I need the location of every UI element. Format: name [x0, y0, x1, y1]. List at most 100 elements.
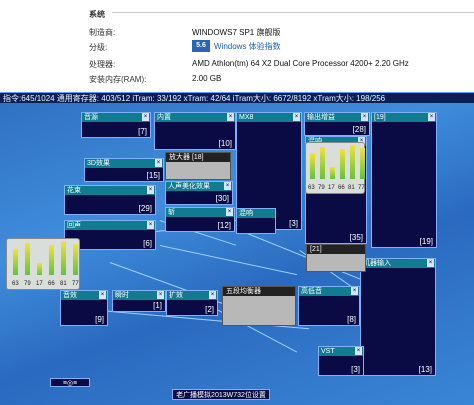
ram-label: 安装内存(RAM):	[89, 75, 147, 84]
module-vst[interactable]: VST × [3]	[318, 346, 364, 376]
close-icon[interactable]: ×	[99, 291, 106, 299]
module-transient[interactable]: 瞬时 × [1]	[112, 290, 166, 312]
module-number: [6]	[143, 239, 152, 248]
module-5band-eq[interactable]: 五段均衡器	[222, 286, 296, 326]
meter-value: 17	[328, 185, 335, 191]
module-number: [30]	[215, 194, 229, 203]
close-icon[interactable]: ×	[293, 113, 300, 121]
module-number: [18]	[191, 154, 204, 161]
processor-value: AMD Athlon(tm) 64 X2 Dual Core Processor…	[192, 59, 409, 68]
module-number: [7]	[138, 127, 147, 136]
module-number: [9]	[95, 315, 104, 324]
module-output-gain[interactable]: 输出增益 × [28]	[304, 112, 370, 136]
module-3d-effect[interactable]: 3D效果 × [15]	[84, 158, 164, 182]
module-number: [3]	[351, 365, 360, 374]
module-number: [29]	[138, 204, 152, 213]
module-number: [8]	[347, 315, 356, 324]
rating-label: 分级:	[89, 43, 108, 52]
meter-value: 79	[318, 185, 325, 191]
module-title: 音源	[84, 114, 98, 121]
meter-value: 66	[48, 281, 55, 287]
module-21[interactable]: [21]	[306, 244, 366, 272]
module-output-main[interactable]: [19] × [19]	[371, 112, 437, 248]
module-audio-source[interactable]: 音源 × [7]	[81, 112, 151, 138]
module-machine-input[interactable]: 机器输入 × [13]	[360, 258, 436, 376]
module-title: 机器输入	[363, 260, 391, 267]
module-expand[interactable]: 扩效 × [2]	[166, 290, 218, 316]
close-icon[interactable]: ×	[157, 291, 164, 299]
close-icon[interactable]: ×	[427, 259, 434, 267]
module-bass-treble[interactable]: 高低音 × [8]	[298, 286, 360, 326]
close-icon[interactable]: ×	[224, 182, 231, 190]
close-icon[interactable]: ×	[209, 291, 216, 299]
module-title: 内置	[157, 114, 171, 121]
meter-value: 77	[72, 281, 79, 287]
dsp-status-bar: 指令:645/1024 通用寄存器: 403/512 iTram: 33/192…	[0, 92, 474, 103]
ram-value: 2.00 GB	[192, 74, 222, 83]
module-number: [1]	[153, 301, 162, 310]
module-amplifier[interactable]: 放大器 [18]	[165, 152, 231, 180]
divider	[112, 12, 474, 13]
rating-link[interactable]: Windows 体验指数	[214, 41, 281, 52]
meter-value: 17	[36, 281, 43, 287]
module-reverb-small[interactable]: 混响	[236, 208, 276, 234]
close-icon[interactable]: ×	[147, 186, 154, 194]
close-icon[interactable]: ×	[361, 113, 368, 121]
section-title: 系统	[89, 10, 105, 19]
close-icon[interactable]: ×	[147, 221, 154, 229]
module-number: [28]	[352, 125, 366, 134]
close-icon[interactable]: ×	[155, 159, 162, 167]
module-title: MX8	[239, 114, 254, 121]
module-title: [19]	[374, 114, 386, 121]
system-info-panel: 系统 制造商: WINDOWS7 SP1 旗舰版 分级: 5.6 Windows…	[0, 0, 474, 92]
manufacturer-label: 制造商:	[89, 28, 116, 37]
module-vocal-effect[interactable]: 人声美化效果 × [30]	[165, 181, 233, 205]
close-icon[interactable]: ×	[142, 113, 149, 121]
module-title: VST	[321, 348, 335, 355]
module-title: 五段均衡器	[226, 288, 261, 295]
module-flowers[interactable]: 花束 × [29]	[64, 185, 156, 215]
module-title: 斩	[168, 209, 175, 216]
module-number: [19]	[419, 237, 433, 246]
module-title: 花束	[67, 187, 81, 194]
processor-label: 处理器:	[89, 60, 116, 69]
module-title: 瞬时	[115, 292, 129, 299]
module-sound-effect[interactable]: 音效 × [9]	[60, 290, 108, 326]
module-number: [13]	[418, 365, 432, 374]
manufacturer-value: WINDOWS7 SP1 旗舰版	[192, 28, 281, 37]
module-builtin[interactable]: 内置 × [10]	[154, 112, 236, 150]
close-icon[interactable]: ×	[227, 113, 234, 121]
module-title: 音效	[63, 292, 77, 299]
meter-value: 81	[348, 185, 355, 191]
level-meter-left: 63 79 17 66 81 77	[6, 238, 80, 290]
meter-value: 79	[24, 281, 31, 287]
module-title: 3D效果	[87, 160, 110, 167]
module-number: [12]	[217, 221, 231, 230]
close-icon[interactable]: ×	[355, 347, 362, 355]
close-icon[interactable]: ×	[428, 113, 435, 121]
level-meter-right: 63 79 17 66 81 77	[305, 142, 365, 194]
close-icon[interactable]: ×	[226, 208, 233, 216]
meter-value: 77	[358, 185, 365, 191]
module-title: 混响	[239, 210, 253, 217]
module-title: 放大器	[169, 154, 190, 161]
meter-value: 63	[308, 185, 315, 191]
module-title: 人声美化效果	[168, 183, 210, 190]
module-number: [2]	[205, 305, 214, 314]
module-title: 回声	[67, 222, 81, 229]
module-number: [35]	[349, 233, 363, 242]
module-title: 输出增益	[307, 114, 335, 121]
rating-badge: 5.6	[192, 40, 210, 52]
module-title: 高低音	[301, 288, 322, 295]
module-number: [3]	[289, 219, 298, 228]
module-cut[interactable]: 斩 × [12]	[165, 207, 235, 232]
settings-button[interactable]: 老广播模拟2013W732位设置	[172, 389, 270, 400]
module-title: [21]	[310, 246, 322, 253]
meter-value: 81	[60, 281, 67, 287]
meter-value: 63	[12, 281, 19, 287]
module-title: 扩效	[169, 292, 183, 299]
small-toolbar-button[interactable]: ≡◎≡	[50, 378, 90, 387]
close-icon[interactable]: ×	[351, 287, 358, 295]
module-number: [10]	[218, 139, 232, 148]
meter-value: 66	[338, 185, 345, 191]
